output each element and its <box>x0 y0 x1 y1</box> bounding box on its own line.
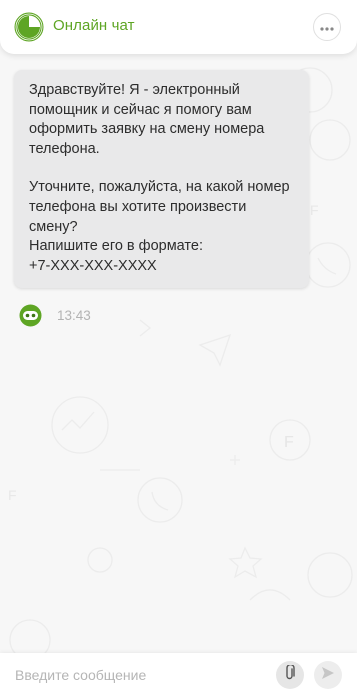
svg-text:F: F <box>8 487 17 503</box>
paperclip-icon <box>283 663 297 686</box>
chat-header: Онлайн чат <box>0 0 357 54</box>
message-paragraph: Здравствуйте! Я - электронный помощник и… <box>29 82 265 157</box>
brand-ring-icon <box>14 12 44 42</box>
more-horizontal-icon <box>320 18 334 36</box>
send-button[interactable] <box>314 661 342 689</box>
more-options-button[interactable] <box>313 13 341 41</box>
message-input[interactable] <box>15 662 255 688</box>
message-timestamp: 13:43 <box>57 307 91 323</box>
svg-text:F: F <box>310 202 319 218</box>
message-meta: 13:43 <box>18 302 91 328</box>
chat-title: Онлайн чат <box>53 17 135 34</box>
bot-message-bubble: Здравствуйте! Я - электронный помощник и… <box>14 70 309 289</box>
bot-avatar-icon <box>18 303 43 328</box>
message-composer <box>0 653 357 697</box>
svg-text:F: F <box>284 434 294 451</box>
attach-button[interactable] <box>276 661 304 689</box>
message-paragraph: Уточните, пожалуйста, на какой номер тел… <box>29 179 290 274</box>
send-arrow-icon <box>321 666 335 685</box>
